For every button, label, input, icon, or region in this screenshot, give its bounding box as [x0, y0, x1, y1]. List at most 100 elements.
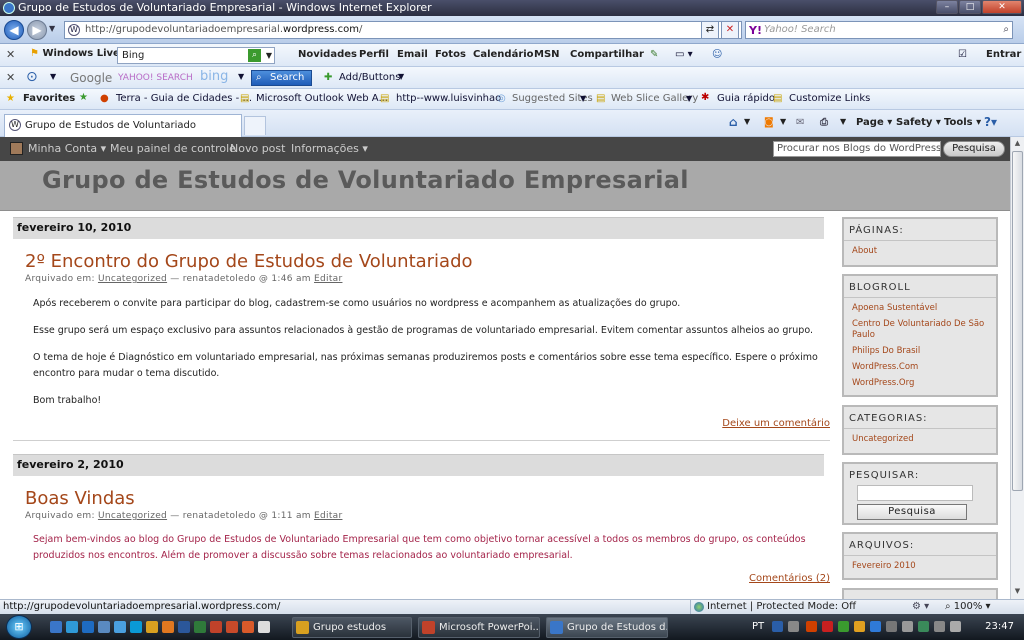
rss-dropdown-icon[interactable]: ▼: [780, 117, 786, 126]
home-icon[interactable]: ⌂: [729, 115, 738, 129]
category-link[interactable]: Uncategorized: [98, 511, 167, 521]
yahoo-engine[interactable]: YAHOO! SEARCH: [118, 73, 193, 83]
blogroll-link[interactable]: WordPress.Com: [852, 362, 988, 373]
word-quicklaunch-icon[interactable]: [178, 621, 190, 633]
wp-search-button[interactable]: Pesquisa: [943, 141, 1005, 157]
comments-link[interactable]: Comentários (2): [749, 573, 830, 584]
clock[interactable]: 23:47: [985, 621, 1014, 632]
share-icon[interactable]: ✎: [650, 49, 658, 60]
calendar-icon[interactable]: ▭ ▾: [675, 49, 693, 60]
taskbar-item-powerpoint[interactable]: Microsoft PowerPoi...: [418, 617, 540, 638]
forward-button[interactable]: ▶: [27, 20, 47, 40]
new-tab-button[interactable]: [244, 116, 266, 135]
signin-link[interactable]: Entrar: [986, 49, 1021, 60]
search-icon[interactable]: ⌕: [1003, 22, 1009, 38]
tray-icon[interactable]: [886, 621, 897, 632]
close-toolbar-icon[interactable]: ✕: [6, 48, 15, 61]
wl-link-fotos[interactable]: Fotos: [435, 49, 466, 60]
taskbar-item-folder[interactable]: Grupo estudos: [292, 617, 412, 638]
history-dropdown-icon[interactable]: ▼: [49, 24, 55, 33]
powerpoint-quicklaunch-icon[interactable]: [210, 621, 222, 633]
options-icon[interactable]: ⊙: [26, 69, 38, 85]
yahoo-search-input[interactable]: Y! Yahoo! Search ⌕: [745, 21, 1013, 39]
page-menu[interactable]: Page ▾: [856, 117, 892, 128]
app-quicklaunch-icon[interactable]: [258, 621, 270, 633]
wp-painel[interactable]: Meu painel de controle: [110, 142, 236, 155]
web-slice-dropdown-icon[interactable]: ▼: [686, 94, 692, 103]
close-window-button[interactable]: ✕: [982, 0, 1022, 14]
scroll-up-icon[interactable]: ▲: [1011, 137, 1024, 150]
ie-quicklaunch-icon[interactable]: [66, 621, 78, 633]
fav-outlook[interactable]: Microsoft Outlook Web A...: [256, 93, 388, 104]
messenger-quicklaunch-icon[interactable]: [114, 621, 126, 633]
mail-icon[interactable]: ✉: [796, 117, 804, 128]
fav-luisvinhao[interactable]: http--www.luisvinhao: [396, 93, 501, 104]
blog-title[interactable]: Grupo de Estudos de Voluntariado Empresa…: [42, 166, 689, 194]
keyboard-tray-icon[interactable]: [788, 621, 799, 632]
rss-icon[interactable]: ◙: [764, 117, 774, 128]
tray-icon[interactable]: [854, 621, 865, 632]
security-zone[interactable]: Internet | Protected Mode: Off: [690, 600, 908, 614]
sidebar-search-input[interactable]: [857, 485, 973, 501]
tools-menu[interactable]: Tools ▾: [944, 117, 981, 128]
tray-icon[interactable]: [838, 621, 849, 632]
dropdown-icon[interactable]: ▼: [266, 48, 272, 63]
tray-icon[interactable]: [822, 621, 833, 632]
minimize-button[interactable]: –: [936, 0, 958, 14]
search-button[interactable]: ⌕ Search: [251, 70, 312, 86]
print-dropdown-icon[interactable]: ▼: [840, 117, 846, 126]
ie-quicklaunch-icon[interactable]: [50, 621, 62, 633]
wp-search-input[interactable]: Procurar nos Blogs do WordPress.com: [773, 141, 941, 157]
search-quicklaunch-icon[interactable]: [82, 621, 94, 633]
google-engine[interactable]: Google: [70, 71, 112, 85]
wl-link-perfil[interactable]: Perfil: [359, 49, 389, 60]
scroll-down-icon[interactable]: ▼: [1011, 585, 1024, 598]
windows-live-logo[interactable]: ⚑ Windows Live: [30, 48, 120, 59]
app-quicklaunch-icon[interactable]: [242, 621, 254, 633]
protected-mode-icon[interactable]: ⚙ ▾: [912, 600, 929, 614]
back-button[interactable]: ◀: [4, 20, 24, 40]
blogroll-link[interactable]: Philips Do Brasil: [852, 346, 988, 357]
home-dropdown-icon[interactable]: ▼: [744, 117, 750, 126]
media-quicklaunch-icon[interactable]: [162, 621, 174, 633]
start-button[interactable]: ⊞: [6, 615, 32, 639]
comments-link[interactable]: Deixe um comentário: [722, 418, 830, 429]
wp-minha-conta[interactable]: Minha Conta ▾: [28, 142, 106, 155]
scroll-thumb[interactable]: [1012, 151, 1023, 491]
wl-link-email[interactable]: Email: [397, 49, 428, 60]
blogroll-link[interactable]: WordPress.Org: [852, 378, 988, 389]
url-input[interactable]: W http://grupodevoluntariadoempresarial.…: [64, 21, 742, 39]
tray-icon[interactable]: [806, 621, 817, 632]
volume-icon[interactable]: [950, 621, 961, 632]
wl-link-calendario[interactable]: Calendário: [473, 49, 534, 60]
blogroll-link[interactable]: Apoena Sustentável: [852, 303, 988, 314]
suggested-dropdown-icon[interactable]: ▼: [580, 94, 586, 103]
network-icon[interactable]: [934, 621, 945, 632]
skype-quicklaunch-icon[interactable]: [130, 621, 142, 633]
add-buttons-dropdown-icon[interactable]: ▼: [398, 72, 404, 81]
windows-live-search-input[interactable]: Bing ⌕ ▼: [117, 47, 275, 64]
engine-dropdown-icon[interactable]: ▼: [238, 72, 244, 81]
sidebar-search-button[interactable]: Pesquisa: [857, 504, 967, 520]
post-title[interactable]: Boas Vindas: [25, 488, 135, 509]
wl-link-msn[interactable]: MSN: [534, 49, 560, 60]
tray-icon[interactable]: [870, 621, 881, 632]
wl-link-compartilhar[interactable]: Compartilhar: [570, 49, 644, 60]
fav-terra[interactable]: Terra - Guia de Cidades - ...: [116, 93, 252, 104]
print-icon[interactable]: ⎙: [820, 117, 828, 128]
favorites-button[interactable]: Favorites: [23, 93, 75, 104]
zoom-control[interactable]: ⌕ 100% ▾: [945, 600, 991, 614]
options-dropdown-icon[interactable]: ▼: [50, 72, 56, 81]
excel-quicklaunch-icon[interactable]: [194, 621, 206, 633]
wp-novo-post[interactable]: Novo post: [230, 142, 285, 155]
maximize-button[interactable]: □: [959, 0, 981, 14]
wl-link-novidades[interactable]: Novidades: [298, 49, 357, 60]
fav-guia-rapido[interactable]: Guia rápido: [717, 93, 775, 104]
fav-customize-links[interactable]: Customize Links: [789, 93, 870, 104]
folder-quicklaunch-icon[interactable]: [146, 621, 158, 633]
desktop-quicklaunch-icon[interactable]: [98, 621, 110, 633]
add-buttons-link[interactable]: Add/Buttons: [339, 72, 400, 83]
blogroll-link[interactable]: Centro De Voluntariado De São Paulo: [852, 319, 988, 341]
wp-informacoes[interactable]: Informações ▾: [291, 142, 368, 155]
sidebar-link-about[interactable]: About: [852, 246, 988, 257]
